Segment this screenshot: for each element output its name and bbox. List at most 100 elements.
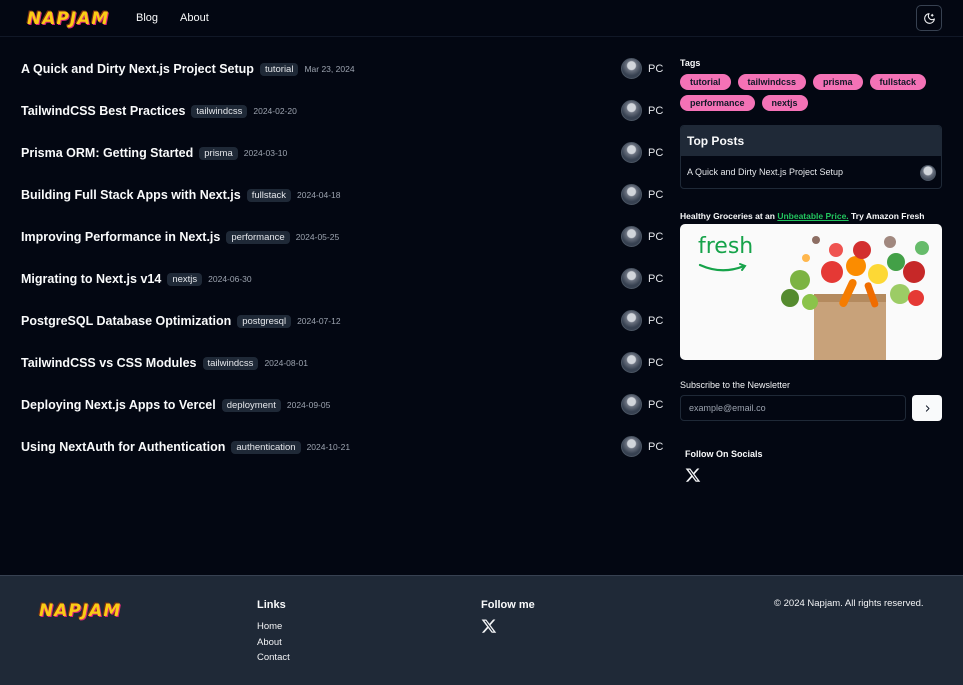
post-date: 2024-04-18 xyxy=(297,190,341,200)
avatar xyxy=(621,142,642,163)
author-name: PC xyxy=(648,398,664,411)
avatar xyxy=(621,394,642,415)
post-tag[interactable]: prisma xyxy=(199,147,238,160)
post-author: PC xyxy=(621,268,663,289)
newsletter-form xyxy=(680,395,942,421)
post-date: 2024-09-05 xyxy=(286,400,331,410)
post-author: PC xyxy=(621,142,663,163)
newsletter-email-input[interactable] xyxy=(680,395,906,421)
post-row[interactable]: TailwindCSS Best Practices tailwindcss 202… xyxy=(21,100,666,142)
ad-banner-image[interactable]: fresh xyxy=(680,224,942,360)
post-title[interactable]: A Quick and Dirty Next.js Project Setup xyxy=(21,62,254,76)
avatar xyxy=(621,184,642,205)
avatar xyxy=(621,352,642,373)
avatar xyxy=(621,58,642,79)
author-name: PC xyxy=(648,440,664,453)
avatar xyxy=(621,268,642,289)
nav-link-blog[interactable]: Blog xyxy=(136,12,158,24)
ad-text-before: Healthy Groceries at an xyxy=(680,211,778,221)
post-title[interactable]: PostgreSQL Database Optimization xyxy=(21,314,231,328)
post-row[interactable]: Deploying Next.js Apps to Vercel deployme… xyxy=(21,394,666,436)
post-date: 2024-05-25 xyxy=(295,232,340,242)
nav-link-about[interactable]: About xyxy=(180,12,209,24)
moon-icon xyxy=(923,12,935,24)
top-post-title[interactable]: A Quick and Dirty Next.js Project Setup xyxy=(687,167,843,177)
chevron-right-icon xyxy=(925,404,929,412)
author-name: PC xyxy=(648,314,664,327)
footer-logo[interactable]: NAPJAM xyxy=(39,601,121,621)
x-social-link[interactable] xyxy=(685,467,701,488)
avatar xyxy=(621,100,642,121)
post-author: PC xyxy=(621,184,663,205)
footer-link-about[interactable]: About xyxy=(257,637,282,648)
post-tag[interactable]: deployment xyxy=(221,399,281,412)
socials-heading: Follow On Socials xyxy=(685,449,763,459)
post-row[interactable]: TailwindCSS vs CSS Modules tailwindcss 202… xyxy=(21,352,666,394)
post-row[interactable]: Using NextAuth for Authentication authent… xyxy=(21,436,666,478)
author-name: PC xyxy=(648,62,664,75)
theme-toggle-button[interactable] xyxy=(916,5,942,31)
tag-pill[interactable]: nextjs xyxy=(761,95,808,111)
post-author: PC xyxy=(621,100,663,121)
top-post-item[interactable]: A Quick and Dirty Next.js Project Setup xyxy=(681,156,941,188)
post-author: PC xyxy=(621,226,663,247)
post-row[interactable]: Migrating to Next.js v14 nextjs 2024-06-30… xyxy=(21,268,666,310)
newsletter-submit-button[interactable] xyxy=(912,395,942,421)
post-title[interactable]: TailwindCSS vs CSS Modules xyxy=(21,356,197,370)
footer-link-contact[interactable]: Contact xyxy=(257,652,290,663)
x-icon xyxy=(481,619,497,633)
site-logo[interactable]: NAPJAM xyxy=(27,9,109,29)
post-row[interactable]: A Quick and Dirty Next.js Project Setup t… xyxy=(21,58,666,100)
post-tag[interactable]: tailwindcss xyxy=(202,357,259,370)
tag-pill[interactable]: prisma xyxy=(813,74,863,90)
avatar xyxy=(621,310,642,331)
footer-follow-heading: Follow me xyxy=(481,599,535,611)
post-title[interactable]: Deploying Next.js Apps to Vercel xyxy=(21,398,216,412)
post-author: PC xyxy=(621,310,663,331)
author-name: PC xyxy=(648,104,664,117)
post-title[interactable]: Migrating to Next.js v14 xyxy=(21,272,161,286)
post-tag[interactable]: performance xyxy=(226,231,290,244)
tag-pill[interactable]: tailwindcss xyxy=(737,74,807,90)
post-tag[interactable]: fullstack xyxy=(246,189,292,202)
copyright-text: © 2024 Napjam. All rights reserved. xyxy=(774,598,924,609)
post-list: A Quick and Dirty Next.js Project Setup t… xyxy=(21,58,666,478)
top-posts-heading: Top Posts xyxy=(681,126,941,156)
post-tag[interactable]: nextjs xyxy=(167,273,203,286)
tag-pill[interactable]: tutorial xyxy=(680,74,731,90)
site-header: NAPJAM Blog About xyxy=(0,0,963,37)
tag-pill[interactable]: fullstack xyxy=(869,74,927,90)
post-author: PC xyxy=(621,436,663,457)
author-name: PC xyxy=(648,356,664,369)
post-title[interactable]: Building Full Stack Apps with Next.js xyxy=(21,188,241,202)
top-posts-card: Top Posts A Quick and Dirty Next.js Proj… xyxy=(680,125,942,189)
footer-x-link[interactable] xyxy=(481,618,497,639)
post-date: 2024-06-30 xyxy=(208,274,252,284)
post-date: 2024-08-01 xyxy=(264,358,308,368)
post-tag[interactable]: tailwindcss xyxy=(191,105,248,118)
post-title[interactable]: Using NextAuth for Authentication xyxy=(21,440,225,454)
post-author: PC xyxy=(621,394,663,415)
post-title[interactable]: Improving Performance in Next.js xyxy=(21,230,220,244)
post-row[interactable]: Building Full Stack Apps with Next.js ful… xyxy=(21,184,666,226)
post-date: 2024-07-12 xyxy=(297,316,341,326)
amazon-smile-icon xyxy=(698,263,747,272)
post-tag[interactable]: tutorial xyxy=(259,63,299,76)
post-title[interactable]: Prisma ORM: Getting Started xyxy=(21,146,193,160)
post-tag[interactable]: authentication xyxy=(231,441,301,454)
post-author: PC xyxy=(621,352,663,373)
post-row[interactable]: Prisma ORM: Getting Started prisma 2024-03… xyxy=(21,142,666,184)
post-author: PC xyxy=(621,58,663,79)
post-tag[interactable]: postgresql xyxy=(237,315,292,328)
tag-pill[interactable]: performance xyxy=(680,95,755,111)
post-row[interactable]: Improving Performance in Next.js performa… xyxy=(21,226,666,268)
sidebar: Tags tutorial tailwindcss prisma fullsta… xyxy=(680,58,942,488)
grocery-bag-illustration xyxy=(781,236,929,360)
ad-highlight-link[interactable]: Unbeatable Price. xyxy=(777,211,848,221)
post-row[interactable]: PostgreSQL Database Optimization postgres… xyxy=(21,310,666,352)
post-title[interactable]: TailwindCSS Best Practices xyxy=(21,104,185,118)
footer-links-heading: Links xyxy=(257,599,286,611)
ad-brand-word: fresh xyxy=(698,234,754,259)
post-date: Mar 23, 2024 xyxy=(304,64,355,74)
footer-link-home[interactable]: Home xyxy=(257,621,282,632)
